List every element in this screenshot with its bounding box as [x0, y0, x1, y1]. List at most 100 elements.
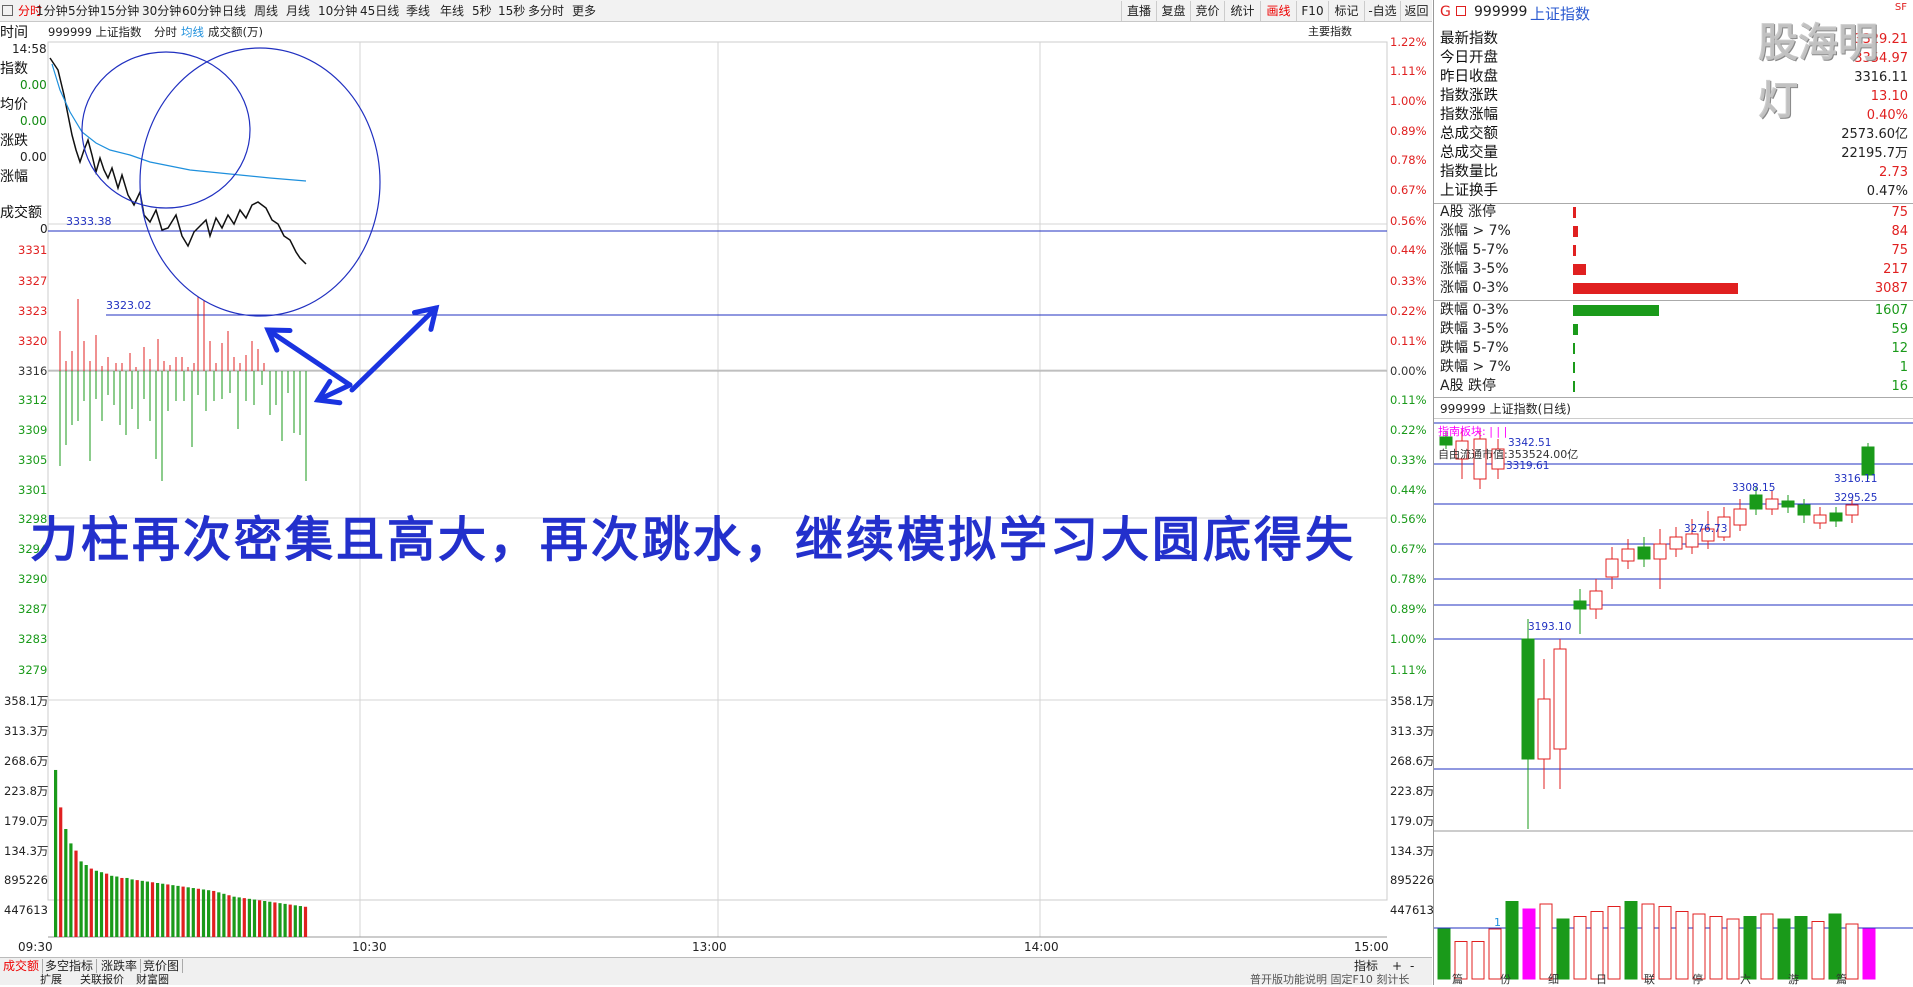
kline-vol-bar-20	[1777, 918, 1791, 980]
pct-tick-14: 0.33%	[1390, 453, 1427, 467]
header-name: 上证指数	[1530, 5, 1591, 23]
quote-label: 昨日收盘	[1440, 69, 1498, 85]
pct-tick-11: 0.00%	[1390, 364, 1427, 378]
indicator-tab-1[interactable]: 多空指标	[42, 959, 98, 973]
quote-label: 总成交量	[1440, 145, 1498, 161]
kline-label-l4: 3276.73	[1684, 523, 1727, 535]
breadth-value: 1607	[1874, 303, 1908, 318]
breadth-up-row: 涨幅 > 7% 84	[1440, 222, 1908, 241]
indicator-ctrl-1[interactable]: +	[1392, 959, 1402, 973]
pct-tick-7: 0.44%	[1390, 243, 1427, 257]
indicator-ctrl-0[interactable]: 指标	[1354, 959, 1378, 973]
kline-float-mv: 自由流通市值:353524.00亿	[1438, 448, 1579, 461]
breadth-down-row: A股 跌停 16	[1440, 377, 1908, 396]
volume-bar-32	[217, 892, 221, 937]
vol-tick-right-4: 179.0万	[1390, 814, 1435, 828]
pct-tick-18: 0.78%	[1390, 572, 1427, 586]
volume-bar-16	[135, 880, 139, 937]
volume-bar-19	[150, 882, 155, 937]
price-tick-3: 3320	[18, 334, 48, 348]
kline-vol-bar-21	[1794, 916, 1808, 980]
breadth-label: 涨幅 3-5%	[1440, 261, 1509, 277]
breadth-value: 84	[1891, 224, 1908, 239]
candle-body-14	[1685, 533, 1699, 548]
volume-bar-46	[288, 904, 292, 937]
volume-bar-43	[273, 902, 277, 937]
kline-xtick-1: 份	[1500, 973, 1511, 985]
breadth-value: 59	[1891, 322, 1908, 337]
price-tick-5: 3312	[18, 393, 48, 407]
pct-tick-19: 0.89%	[1390, 602, 1427, 616]
vol-tick-left-5: 134.3万	[4, 844, 49, 858]
kline-label-l3: 3308.15	[1732, 482, 1775, 494]
vol-tick-right-7: 447613	[1390, 903, 1434, 917]
breadth-label: 涨幅 5-7%	[1440, 242, 1509, 258]
volume-bar-3	[69, 843, 73, 937]
indicator-tabs: 成交额 多空指标 涨跌率 竞价图 指标 + - 扩展 关联报价 财富圈 普开版功能说明 固定F10 …	[0, 957, 1432, 986]
candle-body-13	[1669, 536, 1683, 550]
price-tick-7: 3305	[18, 453, 48, 467]
price-tick-0: 3331	[18, 243, 48, 257]
vol-tick-left-0: 358.1万	[4, 694, 49, 708]
hline-label-2: 3323.02	[106, 299, 152, 312]
breadth-value: 3087	[1874, 281, 1908, 296]
breadth-bar	[1573, 362, 1575, 373]
vol-tick-right-1: 313.3万	[1390, 724, 1435, 738]
pct-tick-2: 1.00%	[1390, 94, 1427, 108]
kline-title: 999999 上证指数(日线)	[1440, 402, 1571, 416]
indicator-tab-2[interactable]: 涨跌率	[98, 959, 142, 973]
kline-vol-bar-7	[1556, 918, 1570, 980]
vol-tick-right-6: 895226	[1390, 873, 1434, 887]
indicator-tab-0[interactable]: 成交额	[0, 959, 44, 973]
breadth-value: 75	[1891, 205, 1908, 220]
vol-tick-left-6: 895226	[4, 873, 48, 887]
kline-xtick-2: 细	[1548, 973, 1559, 985]
intraday-chart[interactable]	[0, 0, 1432, 957]
quote-value: 2.73	[1879, 165, 1908, 180]
pct-tick-21: 1.11%	[1390, 663, 1427, 677]
candle-body-10	[1621, 548, 1635, 562]
kline-xtick-8: 篇	[1836, 972, 1847, 985]
kline-vol-bar-16	[1709, 916, 1723, 980]
menu-icon[interactable]	[1456, 6, 1466, 16]
volume-bar-30	[207, 890, 211, 937]
price-tick-14: 3279	[18, 663, 48, 677]
indicator-ctrl-2[interactable]: -	[1410, 959, 1414, 973]
quote-label: 总成交额	[1440, 126, 1498, 142]
breadth-value: 1	[1899, 360, 1908, 375]
breadth-bar	[1573, 343, 1575, 354]
pct-tick-20: 1.00%	[1390, 632, 1427, 646]
daily-kline-chart[interactable]: 3342.513319.613308.153276.733316.113295.…	[1434, 419, 1913, 985]
indicator-tab-3[interactable]: 竞价图	[140, 959, 184, 973]
quote-label: 今日开盘	[1440, 50, 1498, 66]
volume-bar-35	[232, 896, 236, 937]
volume-bar-0	[54, 769, 58, 937]
breadth-up-row: 涨幅 5-7% 75	[1440, 241, 1908, 260]
volume-bar-2	[64, 829, 68, 937]
volume-bar-48	[298, 906, 302, 937]
breadth-bar	[1573, 283, 1738, 294]
pct-tick-5: 0.67%	[1390, 183, 1427, 197]
price-tick-6: 3309	[18, 423, 48, 437]
volume-bar-4	[74, 850, 78, 937]
candle-body-25	[1861, 446, 1875, 476]
hline-label-1: 3333.38	[66, 215, 112, 228]
kline-vol-bar-14	[1675, 911, 1689, 980]
volume-bar-17	[140, 880, 144, 937]
pct-tick-9: 0.22%	[1390, 304, 1427, 318]
quote-row: 总成交额 2573.60亿	[1440, 125, 1908, 144]
vol-tick-right-3: 223.8万	[1390, 784, 1435, 798]
breadth-bar	[1573, 305, 1659, 316]
kline-vol-bar-2	[1471, 941, 1485, 980]
volume-bar-8	[94, 870, 98, 937]
kline-vol-bar-4	[1505, 901, 1519, 980]
vol-tick-left-1: 313.3万	[4, 724, 49, 738]
kline-vol-bar-0	[1437, 928, 1451, 980]
kline-vol-bar-23	[1828, 913, 1842, 980]
pct-tick-8: 0.33%	[1390, 274, 1427, 288]
volume-bar-11	[110, 875, 114, 937]
kline-vol-bar-13	[1658, 906, 1672, 980]
kline-vol-bar-8	[1573, 916, 1587, 980]
breadth-down-row: 跌幅 0-3% 1607	[1440, 301, 1908, 320]
volume-bar-5	[79, 861, 83, 937]
